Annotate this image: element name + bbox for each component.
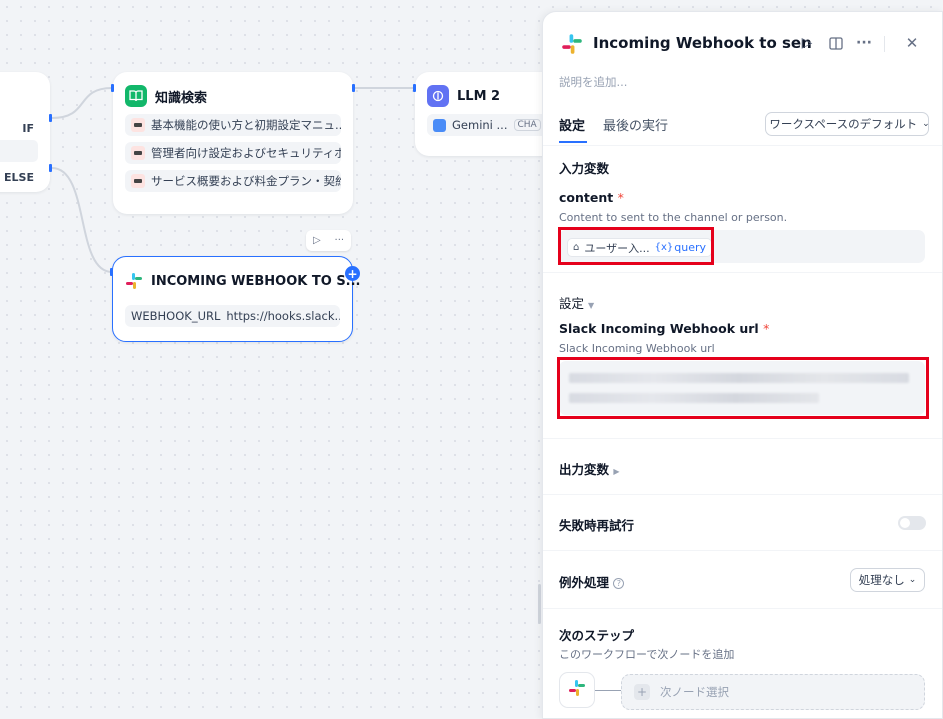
content-field-desc: Content to sent to the channel or person… [559,211,788,224]
panel-title[interactable]: Incoming Webhook to sen [593,34,812,52]
dataset-icon [131,146,145,160]
chevron-down-icon: ⌄ [922,119,930,129]
knowledge-out-handle[interactable] [352,84,355,92]
section-divider [543,608,942,609]
section-divider [543,494,942,495]
webhook-node-title: INCOMING WEBHOOK TO S... [151,273,361,289]
content-field-label: content * [559,190,624,205]
node-settings-panel: Incoming Webhook to sen ▷ ··· ✕ 説明を追加...… [542,11,943,719]
docs-book-icon[interactable] [827,34,845,52]
settings-heading[interactable]: 設定 ▼ [559,293,594,312]
if-label: IF [22,122,34,135]
next-node-select[interactable]: + 次ノード選択 [621,674,925,710]
close-icon[interactable]: ✕ [903,34,921,52]
slack-icon [568,679,586,701]
gemini-icon [433,118,446,132]
section-divider [543,438,942,439]
tabs-divider [543,145,942,146]
slack-icon [561,33,583,55]
knowledge-item[interactable]: 基本機能の使い方と初期設定マニュ... [125,114,341,136]
if-else-node[interactable]: IF ELSE [0,72,50,192]
section-divider [543,272,942,273]
if-handle[interactable] [49,114,52,122]
retry-label: 失敗時再試行 [559,518,635,533]
connector-line [595,690,621,691]
run-icon[interactable]: ▷ [798,34,816,52]
help-icon: ? [613,578,625,589]
highlight-webhook-url [557,357,929,419]
edge-else-to-webhook [51,167,113,273]
dataset-icon [131,118,145,132]
book-icon [125,85,147,107]
incoming-webhook-node[interactable]: INCOMING WEBHOOK TO S... WEBHOOK_URL htt… [112,256,361,342]
chevron-down-icon: ⌄ [908,575,917,585]
slack-icon [125,270,143,292]
current-node-chip [559,672,595,708]
description-input[interactable]: 説明を追加... [559,74,627,90]
output-vars-heading[interactable]: 出力変数 ▶ [559,459,620,478]
exception-label: 例外処理 ? [559,572,625,591]
highlight-content-input [558,227,714,265]
knowledge-in-handle[interactable] [111,84,114,92]
llm-node-title: LLM 2 [457,88,501,104]
webhook-url-desc: Slack Incoming Webhook url [559,342,715,355]
llm-icon [427,85,449,107]
mode-badge: CHA [513,119,541,131]
webhook-param: WEBHOOK_URL https://hooks.slack.... [125,305,340,327]
llm-in-handle[interactable] [413,84,416,92]
webhook-in-handle[interactable] [110,268,113,276]
tab-settings[interactable]: 設定 [559,115,585,134]
model-chip[interactable]: Gemini ... CHA [427,114,561,136]
knowledge-item[interactable]: 管理者向け設定およびセキュリティポ... [125,142,341,164]
knowledge-item[interactable]: サービス概要および料金プラン・契約ガ... [125,170,341,192]
workspace-select[interactable]: ワークスペースのデフォルト ⌄ [765,112,930,136]
plus-icon: + [634,684,650,700]
next-step-heading: 次のステップ [559,628,635,643]
if-condition-box [0,140,38,162]
retry-toggle[interactable] [898,516,926,530]
run-node-icon[interactable]: ▷ [313,235,321,246]
divider-vertical [884,36,885,52]
input-vars-heading: 入力変数 [559,161,610,176]
knowledge-node-title: 知識検索 [155,90,208,106]
exception-select[interactable]: 処理なし ⌄ [850,568,925,592]
panel-resize-handle[interactable] [538,584,541,624]
more-icon[interactable]: ··· [855,34,873,52]
else-label: ELSE [4,171,34,184]
node-toolbar: ▷ ··· [306,230,351,251]
active-tab-underline [559,141,587,143]
next-step-desc: このワークフローで次ノードを追加 [559,648,735,661]
add-node-button[interactable]: + [345,266,360,281]
knowledge-retrieval-node[interactable]: 知識検索 基本機能の使い方と初期設定マニュ... 管理者向け設定およびセキュリテ… [113,72,353,214]
edge-if-to-knowledge [51,87,113,119]
tab-last-run[interactable]: 最後の実行 [603,115,668,134]
caret-right-icon: ▶ [613,467,620,476]
else-handle[interactable] [49,164,52,172]
more-icon[interactable]: ··· [335,235,345,246]
caret-down-icon: ▼ [588,301,595,310]
section-divider [543,550,942,551]
webhook-url-label: Slack Incoming Webhook url * [559,321,770,336]
dataset-icon [131,174,145,188]
